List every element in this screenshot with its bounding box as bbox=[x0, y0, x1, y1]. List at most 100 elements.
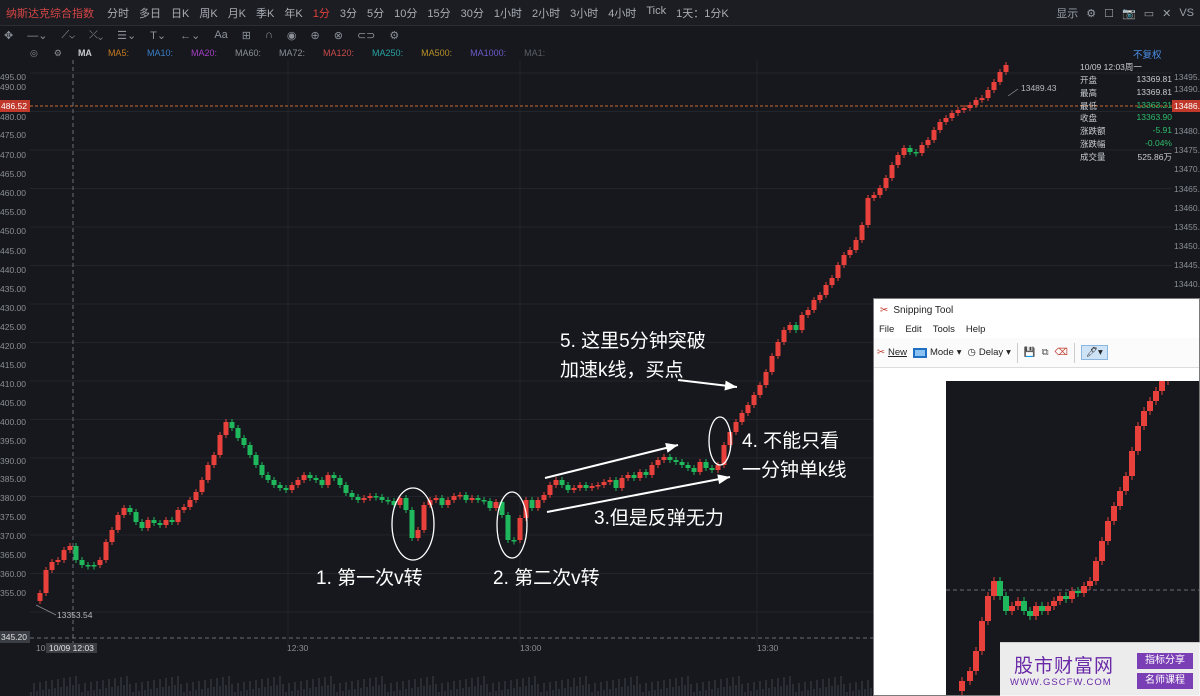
ma-item[interactable]: MA120: bbox=[323, 48, 354, 58]
volume-bar bbox=[678, 686, 680, 696]
timeframe-tab[interactable]: 年K bbox=[279, 5, 307, 21]
eye-icon[interactable]: ◎ bbox=[30, 48, 38, 59]
timeframe-tab[interactable]: 周K bbox=[194, 5, 222, 21]
volume-bar bbox=[240, 691, 242, 696]
channel-tool-icon[interactable]: ⤫⌄ bbox=[89, 29, 103, 42]
timeframe-tab[interactable]: 多日 bbox=[134, 5, 166, 21]
volume-bar bbox=[255, 680, 257, 696]
snip-menu-item[interactable]: File bbox=[879, 324, 894, 335]
timeframe-tab[interactable]: Tick bbox=[641, 5, 671, 21]
save-icon[interactable]: 💾 bbox=[1024, 347, 1036, 358]
snipping-tool-window[interactable]: ✂ Snipping Tool File Edit Tools Help ✂ New M… bbox=[873, 298, 1200, 696]
timeframe-tab[interactable]: 3分 bbox=[335, 5, 362, 21]
square-icon[interactable]: ☐ bbox=[1104, 7, 1114, 20]
candle-body bbox=[583, 485, 589, 488]
gear-icon[interactable]: ⚙ bbox=[1086, 7, 1096, 20]
text-tool-icon[interactable]: T⌄ bbox=[150, 29, 166, 42]
line-tool-icon[interactable]: —⌄ bbox=[27, 29, 47, 42]
volume-bar bbox=[384, 684, 386, 696]
timeframe-tab[interactable]: 分时 bbox=[102, 5, 134, 21]
timeframe-tab[interactable]: 10分 bbox=[389, 5, 422, 21]
volume-bar bbox=[681, 677, 683, 696]
candle-body bbox=[697, 462, 703, 472]
crosshair-icon[interactable]: ✥ bbox=[4, 29, 13, 42]
mode-button[interactable]: Mode ▾ bbox=[912, 347, 962, 358]
settings-icon[interactable]: ⚙ bbox=[389, 29, 399, 42]
volume-bar bbox=[129, 684, 131, 696]
timeframe-tab[interactable]: 季K bbox=[251, 5, 279, 21]
copy-icon[interactable]: ⧉ bbox=[1042, 347, 1049, 358]
volume-bar bbox=[816, 680, 818, 696]
screen-icon[interactable]: ▭ bbox=[1144, 7, 1154, 20]
info-row: 成交量 525.86万 bbox=[1080, 151, 1172, 164]
timeframe-tab[interactable]: 1小时 bbox=[489, 5, 527, 21]
timeframe-tab[interactable]: 30分 bbox=[456, 5, 489, 21]
arrow-tool-icon[interactable]: ←⌄ bbox=[180, 29, 200, 42]
trash-icon[interactable]: ⊗ bbox=[334, 29, 343, 42]
new-snip-button[interactable]: ✂ New bbox=[877, 347, 907, 358]
timeframe-tab[interactable]: 1天：1分K bbox=[671, 5, 734, 21]
ruler-icon[interactable]: ⊞ bbox=[242, 29, 251, 42]
ray-tool-icon[interactable]: ⟋⌄ bbox=[61, 29, 75, 42]
pen-icon[interactable]: 🖊▾ bbox=[1080, 345, 1108, 360]
ma-item[interactable]: MA20: bbox=[191, 48, 217, 58]
timeframe-tab[interactable]: 2小时 bbox=[527, 5, 565, 21]
adjustment-toggle[interactable]: 不复权 bbox=[1133, 47, 1162, 61]
candle-body bbox=[115, 515, 121, 530]
snip-menu-item[interactable]: Edit bbox=[905, 324, 921, 335]
x-label: 13:00 bbox=[520, 643, 542, 653]
candle-body bbox=[55, 560, 61, 562]
close-icon[interactable]: ✕ bbox=[1162, 7, 1171, 20]
timeframe-tab[interactable]: 月K bbox=[223, 5, 251, 21]
ma-item[interactable]: MA60: bbox=[235, 48, 261, 58]
preview-candle-body bbox=[1033, 606, 1039, 616]
volume-bar bbox=[189, 691, 191, 696]
ma-item[interactable]: MA1: bbox=[524, 48, 545, 58]
candle-body bbox=[973, 100, 979, 105]
candle-body bbox=[373, 496, 379, 498]
volume-bar bbox=[639, 684, 641, 696]
vs-button[interactable]: VS bbox=[1179, 7, 1194, 19]
delay-button[interactable]: ◷ Delay ▾ bbox=[968, 347, 1011, 358]
volume-bar bbox=[855, 682, 857, 696]
ma-item[interactable]: MA250: bbox=[372, 48, 403, 58]
preview-candle-body bbox=[1111, 506, 1117, 521]
timeframe-tab[interactable]: 日K bbox=[166, 5, 194, 21]
volume-bar bbox=[429, 685, 431, 696]
font-icon[interactable]: Aa bbox=[214, 29, 227, 41]
snip-menu-item[interactable]: Help bbox=[966, 324, 986, 335]
volume-bar bbox=[114, 678, 116, 696]
lock-icon[interactable]: ⊕ bbox=[311, 29, 320, 42]
eraser-icon[interactable]: ⌫ bbox=[1055, 347, 1068, 358]
gear-icon[interactable]: ⚙ bbox=[54, 48, 62, 59]
candle-body bbox=[823, 285, 829, 295]
ma-item[interactable]: MA5: bbox=[108, 48, 129, 58]
magnet-icon[interactable]: ∩ bbox=[265, 29, 273, 41]
volume-bar bbox=[690, 684, 692, 696]
snip-menu-item[interactable]: Tools bbox=[933, 324, 955, 335]
timeframe-tab[interactable]: 5分 bbox=[362, 5, 389, 21]
link-icon[interactable]: ⊂⊃ bbox=[357, 29, 375, 42]
ma-item[interactable]: MA10: bbox=[147, 48, 173, 58]
camera-icon[interactable]: 📷 bbox=[1122, 7, 1136, 20]
ma-title[interactable]: MA bbox=[78, 48, 92, 58]
volume-bar bbox=[507, 689, 509, 696]
eye-icon[interactable]: ◉ bbox=[287, 29, 297, 42]
display-button[interactable]: 显示 bbox=[1056, 5, 1078, 21]
volume-bar bbox=[555, 681, 557, 696]
instrument-title[interactable]: 纳斯达克综合指数 bbox=[0, 5, 102, 21]
fib-tool-icon[interactable]: ☰⌄ bbox=[117, 29, 136, 42]
ma-item[interactable]: MA72: bbox=[279, 48, 305, 58]
candle-body bbox=[715, 465, 721, 470]
volume-bar bbox=[609, 689, 611, 696]
volume-bar bbox=[735, 685, 737, 696]
timeframe-tab[interactable]: 4小时 bbox=[603, 5, 641, 21]
snipping-titlebar[interactable]: ✂ Snipping Tool bbox=[874, 299, 1199, 321]
timeframe-tabs: 分时 多日 日K 周K 月K 季K 年K 1分 3分 5分 10分 15分 30分 1小时 2小时 3小时 4小… bbox=[102, 5, 734, 21]
timeframe-tab[interactable]: 3小时 bbox=[565, 5, 603, 21]
candle-body bbox=[367, 496, 373, 498]
timeframe-tab[interactable]: 1分 bbox=[308, 5, 335, 21]
ma-item[interactable]: MA500: bbox=[421, 48, 452, 58]
timeframe-tab[interactable]: 15分 bbox=[422, 5, 455, 21]
ma-item[interactable]: MA1000: bbox=[470, 48, 506, 58]
